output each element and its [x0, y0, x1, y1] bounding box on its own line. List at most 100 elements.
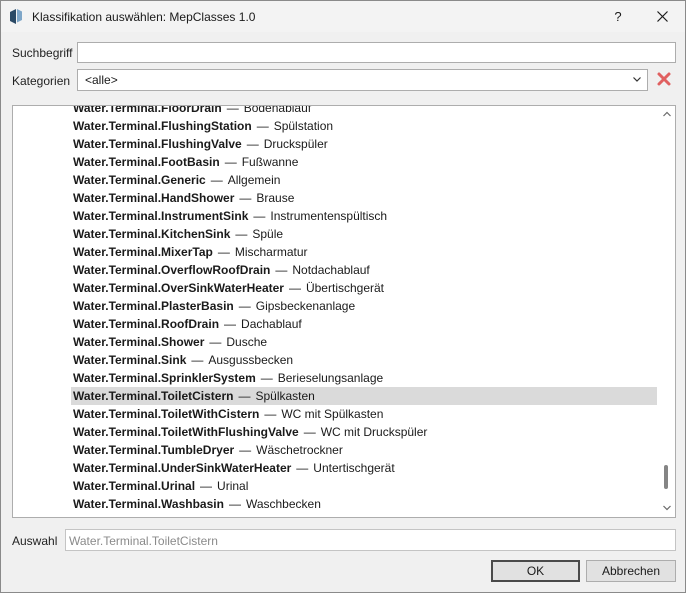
- list-item[interactable]: Water.Terminal.Washbasin — Waschbecken: [13, 495, 657, 513]
- list-item[interactable]: Water.Terminal.RoofDrain — Dachablauf: [13, 315, 657, 333]
- close-button[interactable]: [641, 1, 683, 32]
- category-dropdown[interactable]: <alle>: [77, 69, 648, 91]
- list-item-name: Dusche: [226, 335, 268, 349]
- list-item-separator: —: [238, 299, 251, 313]
- list-item[interactable]: Water.Terminal.Shower — Dusche: [13, 333, 657, 351]
- list-scrollbar[interactable]: [659, 106, 675, 517]
- list-item-code: Water.Terminal.SprinklerSystem: [73, 371, 256, 385]
- list-item-separator: —: [226, 105, 239, 115]
- list-item[interactable]: Water.Terminal.InstrumentSink — Instrument…: [13, 207, 657, 225]
- list-item[interactable]: Water.Terminal.FlushingValve — Druckspüler: [13, 135, 657, 153]
- cancel-button[interactable]: Abbrechen: [586, 560, 676, 582]
- list-item-separator: —: [303, 425, 316, 439]
- search-input[interactable]: [77, 42, 676, 63]
- list-item[interactable]: Water.Terminal.UnderSinkWaterHeater — Unte…: [13, 459, 657, 477]
- list-item-name: Wäschetrockner: [256, 443, 343, 457]
- list-item-code: Water.Terminal.ToiletWithCistern: [73, 407, 260, 421]
- ok-button[interactable]: OK: [491, 560, 580, 582]
- scroll-up-arrow-icon[interactable]: [662, 110, 672, 118]
- list-item[interactable]: Water.Terminal.KitchenSink — Spüle: [13, 225, 657, 243]
- list-item[interactable]: Water.Terminal.ToiletWithFlushingValve — W…: [13, 423, 657, 441]
- list-item-separator: —: [224, 317, 237, 331]
- selection-label: Auswahl: [12, 534, 58, 548]
- list-item-name: Spülstation: [273, 119, 334, 133]
- list-item[interactable]: Water.Terminal.HandShower — Brause: [13, 189, 657, 207]
- list-item-name: Waschbecken: [245, 497, 321, 511]
- list-item-separator: —: [238, 389, 251, 403]
- scrollbar-thumb[interactable]: [664, 465, 668, 489]
- list-item-separator: —: [253, 209, 266, 223]
- list-item-name: Allgemein: [227, 173, 281, 187]
- list-item-code: Water.Terminal.TumbleDryer: [73, 443, 235, 457]
- list-item-code: Water.Terminal.Shower: [73, 335, 205, 349]
- list-item-separator: —: [246, 137, 259, 151]
- list-item-code: Water.Terminal.HandShower: [73, 191, 235, 205]
- list-item-code: Water.Terminal.Sink: [73, 353, 187, 367]
- list-item[interactable]: Water.Terminal.FlushingStation — Spülstati…: [13, 117, 657, 135]
- list-item-separator: —: [275, 263, 288, 277]
- list-item[interactable]: Water.Terminal.SprinklerSystem — Berieselu…: [13, 369, 657, 387]
- list-item[interactable]: Water.Terminal.TumbleDryer — Wäschetrockne…: [13, 441, 657, 459]
- list-item-name: Mischarmatur: [234, 245, 308, 259]
- list-item-name: Gipsbeckenanlage: [255, 299, 356, 313]
- dialog-window: Klassifikation auswählen: MepClasses 1.0…: [0, 0, 686, 593]
- list-item-name: Instrumentenspültisch: [270, 209, 388, 223]
- list-item-name: Notdachablauf: [292, 263, 370, 277]
- list-item-separator: —: [209, 335, 222, 349]
- list-item-separator: —: [256, 119, 269, 133]
- list-item[interactable]: Water.Terminal.ToiletCistern — Spülkasten: [71, 387, 657, 405]
- list-item-code: Water.Terminal.KitchenSink: [73, 227, 231, 241]
- list-item-code: Water.Terminal.PlasterBasin: [73, 299, 234, 313]
- list-item-code: Water.Terminal.FloorDrain: [73, 105, 222, 115]
- list-item-separator: —: [200, 479, 213, 493]
- list-item-name: Untertischgerät: [313, 461, 395, 475]
- list-item-code: Water.Terminal.ToiletCistern: [73, 389, 234, 403]
- category-selected-value: <alle>: [85, 73, 118, 87]
- list-item-separator: —: [235, 227, 248, 241]
- list-item-code: Water.Terminal.Washbasin: [73, 497, 224, 511]
- list-item[interactable]: Water.Terminal.Sink — Ausgussbecken: [13, 351, 657, 369]
- chevron-down-icon: [633, 77, 641, 82]
- list-item[interactable]: Water.Terminal.FloorDrain — Bodenablauf: [13, 105, 657, 117]
- list-item-code: Water.Terminal.FootBasin: [73, 155, 220, 169]
- list-item-code: Water.Terminal.ToiletWithFlushingValve: [73, 425, 299, 439]
- list-item-code: Water.Terminal.FlushingStation: [73, 119, 252, 133]
- app-logo-icon: [10, 9, 22, 24]
- list-item-code: Water.Terminal.UnderSinkWaterHeater: [73, 461, 292, 475]
- scroll-down-arrow-icon[interactable]: [662, 504, 672, 512]
- list-item-name: Dachablauf: [241, 317, 302, 331]
- help-button[interactable]: ?: [597, 1, 639, 32]
- list-item-code: Water.Terminal.OverSinkWaterHeater: [73, 281, 284, 295]
- window-title: Klassifikation auswählen: MepClasses 1.0: [32, 10, 256, 24]
- list-item[interactable]: Water.Terminal.OverflowRoofDrain — Notdach…: [13, 261, 657, 279]
- list-item-separator: —: [239, 191, 252, 205]
- clear-x-icon[interactable]: [656, 71, 672, 87]
- list-item-separator: —: [288, 281, 301, 295]
- list-item-separator: —: [296, 461, 309, 475]
- list-item[interactable]: Water.Terminal.FootBasin — Fußwanne: [13, 153, 657, 171]
- list-item-separator: —: [191, 353, 204, 367]
- list-item-name: Berieselungsanlage: [277, 371, 384, 385]
- list-item[interactable]: Water.Terminal.MixerTap — Mischarmatur: [13, 243, 657, 261]
- list-item-separator: —: [217, 245, 230, 259]
- list-item-code: Water.Terminal.RoofDrain: [73, 317, 220, 331]
- list-item-name: Spülkasten: [255, 389, 315, 403]
- list-item[interactable]: Water.Terminal.Urinal — Urinal: [13, 477, 657, 495]
- title-bar[interactable]: Klassifikation auswählen: MepClasses 1.0…: [1, 1, 685, 32]
- list-item[interactable]: Water.Terminal.Generic — Allgemein: [13, 171, 657, 189]
- category-label: Kategorien: [12, 74, 71, 88]
- list-item[interactable]: Water.Terminal.OverSinkWaterHeater — Übert…: [13, 279, 657, 297]
- list-item[interactable]: Water.Terminal.PlasterBasin — Gipsbeckenan…: [13, 297, 657, 315]
- classification-list[interactable]: Water.Terminal.FloorDrain — Bodenablauf Wat…: [12, 105, 676, 518]
- list-item-separator: —: [260, 371, 273, 385]
- list-item-code: Water.Terminal.MixerTap: [73, 245, 213, 259]
- list-item-name: Übertischgerät: [305, 281, 385, 295]
- list-item-separator: —: [224, 155, 237, 169]
- list-item-separator: —: [239, 443, 252, 457]
- list-item-name: Ausgussbecken: [208, 353, 294, 367]
- list-item-name: Bodenablauf: [243, 105, 312, 115]
- list-item-code: Water.Terminal.OverflowRoofDrain: [73, 263, 271, 277]
- list-item-separator: —: [228, 497, 241, 511]
- list-item-code: Water.Terminal.Urinal: [73, 479, 196, 493]
- list-item[interactable]: Water.Terminal.ToiletWithCistern — WC mit …: [13, 405, 657, 423]
